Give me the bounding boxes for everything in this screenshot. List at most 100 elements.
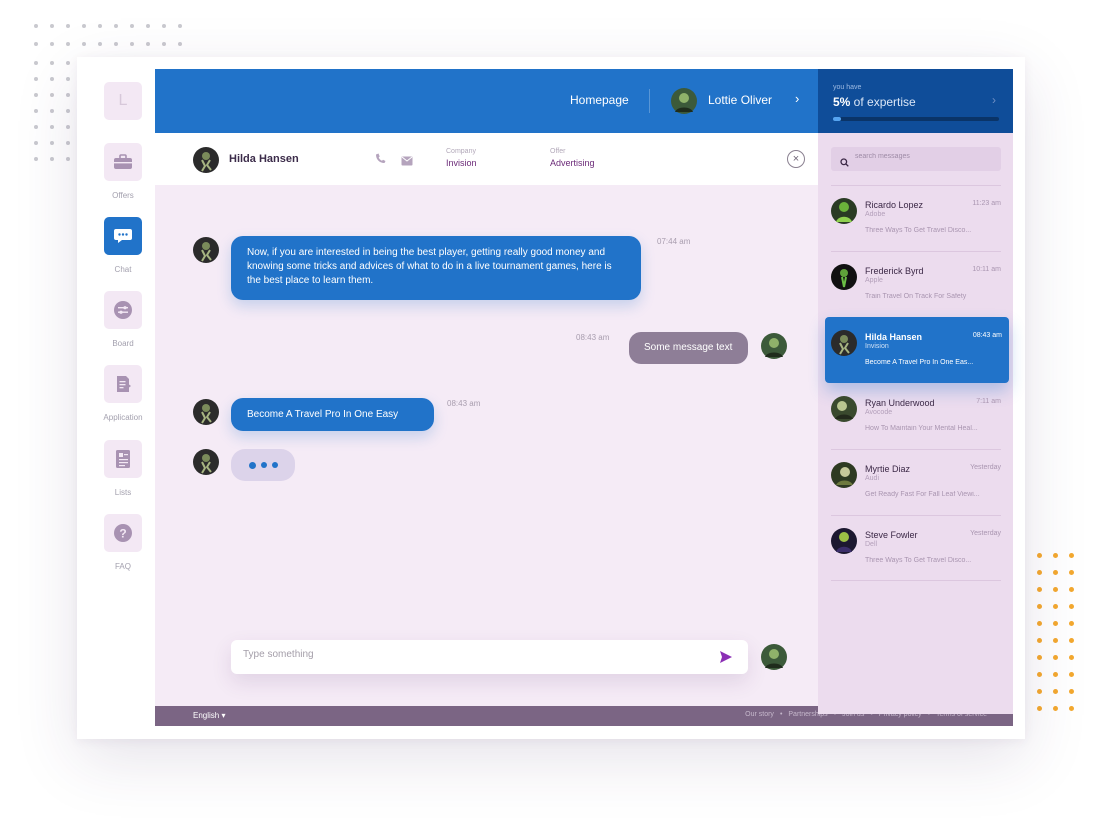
conversation-name: Myrtie Diaz (865, 464, 911, 474)
chevron-right-icon[interactable]: › (795, 91, 799, 106)
user-name[interactable]: Lottie Oliver (708, 93, 772, 107)
company-key: Company (446, 148, 476, 155)
expertise-card[interactable]: you have 5% of expertise › (818, 69, 1013, 133)
mail-icon[interactable] (401, 153, 413, 171)
conversation-company: Apple (865, 277, 883, 284)
chat-bubble-icon (104, 217, 142, 255)
topbar-divider (649, 89, 650, 113)
logo[interactable]: L (103, 82, 143, 120)
conversation-preview: Three Ways To Get Travel Disco... (865, 227, 972, 234)
conversation-name: Ryan Underwood (865, 398, 935, 408)
search-icon (840, 154, 849, 172)
search-box (831, 147, 1001, 171)
nav-label-chat: Chat (114, 265, 132, 274)
nav-item-board[interactable]: Board (103, 291, 143, 348)
avatar (761, 644, 787, 675)
message-bubble-outgoing: Some message text (629, 332, 748, 364)
conversations-panel: you have 5% of expertise › Ricardo Lopez… (818, 69, 1013, 714)
nav-item-application[interactable]: Application (103, 365, 143, 422)
message-time: 08:43 am (576, 333, 610, 342)
conversation-time: Yesterday (970, 464, 1001, 471)
conversation-time: Yesterday (970, 530, 1001, 537)
conversation-name: Steve Fowler (865, 530, 918, 540)
typing-indicator (231, 449, 295, 481)
message-bubble-incoming: Now, if you are interested in being the … (231, 236, 641, 300)
message-bubble-incoming: Become A Travel Pro In One Easy (231, 398, 434, 431)
conversation-time: 11:23 am (972, 200, 1001, 207)
conversation-item-active[interactable]: Hilda Hansen 08:43 am Invision Become A … (825, 317, 1009, 383)
chat-panel: Homepage Lottie Oliver › Hilda Hansen Co… (155, 69, 1013, 726)
conversation-company: Dell (865, 541, 878, 548)
nav-label-faq: FAQ (114, 562, 131, 571)
conversation-company: Audi (865, 475, 880, 482)
question-icon: ? (104, 514, 142, 552)
message-list: Now, if you are interested in being the … (155, 185, 818, 655)
homepage-link[interactable]: Homepage (570, 93, 629, 107)
message-time: 07:44 am (657, 237, 691, 246)
company-meta: Company Invision (446, 148, 477, 168)
chevron-right-icon[interactable]: › (992, 93, 996, 107)
nav-item-faq[interactable]: ? FAQ (103, 514, 143, 571)
divider (831, 185, 1001, 186)
expertise-prefix: you have (833, 84, 862, 91)
list-document-icon (104, 440, 142, 478)
conversation-company: Avocode (865, 409, 893, 416)
nav-item-lists[interactable]: Lists (103, 440, 143, 497)
divider (831, 449, 1001, 450)
expertise-progress-fill (833, 117, 842, 121)
language-selector[interactable]: English ▾ (193, 711, 226, 720)
divider (831, 383, 1001, 384)
conversation-item[interactable]: Frederick Byrd 10:11 am Apple Train Trav… (831, 251, 1001, 317)
nav-item-offers[interactable]: Offers (103, 143, 143, 200)
decorative-dots-right (1032, 548, 1080, 716)
sliders-icon (104, 291, 142, 329)
conversation-preview: How To Maintain Your Mental Heal... (865, 425, 978, 432)
avatar (831, 462, 857, 493)
divider (831, 251, 1001, 252)
language-label: English (193, 711, 220, 720)
message-composer (231, 640, 748, 674)
conversation-name: Ricardo Lopez (865, 200, 924, 210)
avatar (193, 449, 219, 480)
decorative-dots-top (28, 18, 188, 52)
search-input[interactable] (855, 153, 995, 160)
conversation-name: Frederick Byrd (865, 266, 924, 276)
avatar (193, 399, 219, 430)
conversation-item[interactable]: Ricardo Lopez 11:23 am Adobe Three Ways … (831, 185, 1001, 251)
expertise-progress (833, 117, 999, 121)
offer-key: Offer (550, 148, 566, 155)
avatar (831, 264, 857, 295)
top-bar: Homepage Lottie Oliver › (155, 69, 818, 133)
svg-text:?: ? (119, 527, 126, 541)
phone-icon[interactable] (374, 152, 386, 170)
send-icon[interactable] (719, 650, 733, 669)
avatar[interactable] (671, 88, 697, 119)
caret-down-icon: ▾ (221, 711, 226, 720)
conversation-time: 10:11 am (972, 266, 1001, 273)
nav-item-chat[interactable]: Chat (103, 217, 143, 274)
conversation-preview: Three Ways To Get Travel Disco... (865, 557, 972, 564)
avatar (761, 333, 787, 364)
nav-label-application: Application (103, 413, 143, 422)
conversation-item[interactable]: Ryan Underwood 7:11 am Avocode How To Ma… (831, 383, 1001, 449)
conversation-item[interactable]: Myrtie Diaz Yesterday Audi Get Ready Fas… (831, 449, 1001, 515)
nav-label-offers: Offers (112, 191, 134, 200)
offer-value: Advertising (550, 158, 595, 168)
conversation-preview: Get Ready Fast For Fall Leaf Viewi... (865, 491, 980, 498)
nav-label-lists: Lists (114, 488, 132, 497)
conversation-item[interactable]: Steve Fowler Yesterday Dell Three Ways T… (831, 515, 1001, 581)
briefcase-icon (104, 143, 142, 181)
avatar (831, 330, 857, 361)
divider (831, 580, 1001, 581)
conversation-name: Hilda Hansen (865, 332, 923, 342)
conversation-time: 7:11 am (976, 398, 1001, 405)
avatar (193, 237, 219, 268)
close-icon[interactable]: × (787, 150, 805, 168)
avatar (831, 198, 857, 229)
conversation-company: Adobe (865, 211, 886, 218)
message-input[interactable] (243, 649, 683, 660)
left-navigation: L Offers Chat Board Application Lists ? … (77, 57, 155, 739)
conversation-preview: Become A Travel Pro In One Eas... (865, 359, 974, 366)
footer-link[interactable]: Our story (745, 711, 774, 718)
app-window: L Offers Chat Board Application Lists ? … (77, 57, 1025, 739)
